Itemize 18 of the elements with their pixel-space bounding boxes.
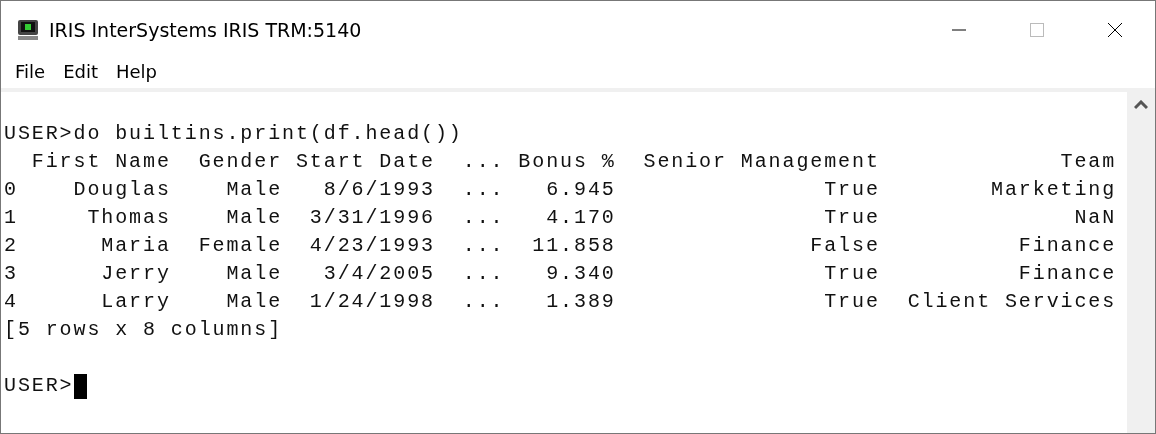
- terminal-line: 4 Larry Male 1/24/1998 ... 1.389 True Client Services: [4, 289, 1118, 315]
- terminal-line: First Name Gender Start Date ... Bonus % Senior Management Team: [30, 149, 1118, 175]
- terminal-line: [5 rows x 8 columns]: [4, 317, 284, 343]
- text-cursor: [73, 373, 87, 399]
- scrollbar[interactable]: [1127, 92, 1155, 433]
- terminal-line: 3 Jerry Male 3/4/2005 ... 9.340 True Finance: [4, 261, 1118, 287]
- scroll-up-icon[interactable]: [1134, 100, 1148, 110]
- menu-item[interactable]: File: [15, 58, 46, 86]
- menu-item[interactable]: Edit: [63, 58, 98, 86]
- terminal-line: 2 Maria Female 4/23/1993 ... 11.858 False Finance: [4, 233, 1118, 259]
- terminal-line: 0 Douglas Male 8/6/1993 ... 6.945 True Marketing: [4, 177, 1118, 203]
- close-icon[interactable]: [1107, 21, 1123, 38]
- terminal-icon: [17, 18, 39, 41]
- terminal-line: 1 Thomas Male 3/31/1996 ... 4.170 True NaN: [4, 205, 1118, 231]
- terminal-prompt: USER>: [4, 373, 74, 399]
- terminal-line: USER>do builtins.print(df.head()): [4, 121, 464, 147]
- window-title: IRIS InterSystems IRIS TRM:5140: [49, 18, 362, 41]
- menu-item[interactable]: Help: [116, 58, 158, 86]
